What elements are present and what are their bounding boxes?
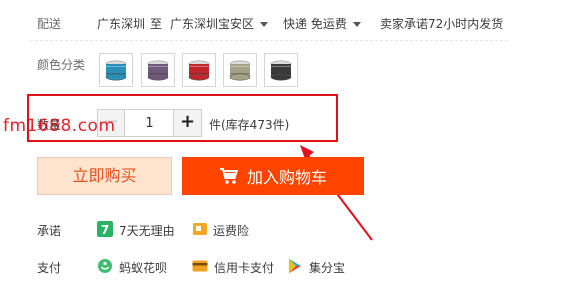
huabei-icon (97, 258, 113, 274)
buy-now-button[interactable]: 立即购买 (37, 157, 172, 195)
promise-item-return[interactable]: 7天无理由 (119, 222, 175, 239)
add-to-cart-button[interactable]: 加入购物车 (182, 157, 364, 195)
payment-item-huabei[interactable]: 蚂蚁花呗 (119, 259, 167, 276)
credit-card-icon (192, 258, 208, 274)
cart-icon (219, 168, 239, 184)
seven-days-return-icon: 7 (97, 221, 113, 237)
payment-item-credit-card[interactable]: 信用卡支付 (214, 259, 274, 276)
svg-text:7: 7 (101, 223, 109, 237)
promise-label: 承诺 (37, 224, 62, 238)
promise-item-insurance[interactable]: 运费险 (213, 222, 249, 239)
add-to-cart-label: 加入购物车 (246, 168, 327, 187)
payment-item-jifenbao[interactable]: 集分宝 (309, 259, 345, 276)
jifenbao-icon (287, 258, 303, 274)
payment-label: 支付 (37, 261, 62, 275)
annotation-arrow-icon (300, 145, 373, 241)
shipping-insurance-icon (192, 221, 208, 237)
watermark: fm1688.com (3, 116, 116, 136)
